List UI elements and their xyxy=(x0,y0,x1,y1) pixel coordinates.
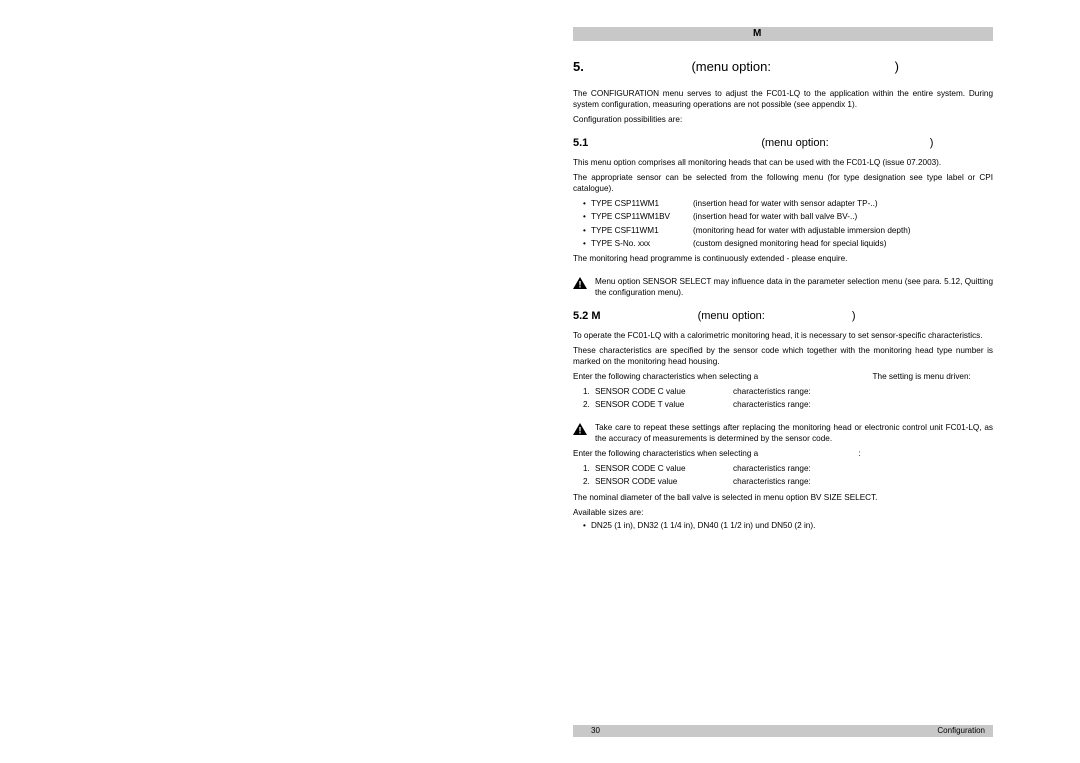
heading-5: 5. Configuration (menu option: CONFIGURA… xyxy=(573,59,993,74)
warning-block: ! Menu option SENSOR SELECT may influenc… xyxy=(573,276,993,298)
document-page: M 5. Configuration (menu option: CONFIGU… xyxy=(573,27,993,737)
paragraph: This menu option comprises all monitorin… xyxy=(573,157,993,168)
svg-text:!: ! xyxy=(579,279,582,289)
heading-5-2: 5.2 M onitoring head data (menu option: … xyxy=(573,310,993,322)
warning-icon: ! xyxy=(573,277,587,299)
paragraph: These characteristics are specified by t… xyxy=(573,345,993,367)
chapter-bar: M xyxy=(573,27,993,41)
list-item: 2. SENSOR CODE value characteristics ran… xyxy=(583,476,993,487)
footer-section: Configuration xyxy=(937,725,985,737)
page-footer: 30 Configuration xyxy=(573,725,993,737)
code-list-a: 1. SENSOR CODE C value characteristics r… xyxy=(573,386,993,410)
section-5-2: To operate the FC01-LQ with a calorimetr… xyxy=(573,330,993,410)
chapter-bar-label: M xyxy=(753,27,763,41)
paragraph: The monitoring head programme is continu… xyxy=(573,253,993,264)
list-item: • TYPE CSP11WM1 (insertion head for wate… xyxy=(583,198,993,209)
section-5-1: This menu option comprises all monitorin… xyxy=(573,157,993,264)
warning-text: Take care to repeat these settings after… xyxy=(595,422,993,444)
list-item: • DN25 (1 in), DN32 (1 1/4 in), DN40 (1 … xyxy=(583,520,993,531)
type-list: • TYPE CSP11WM1 (insertion head for wate… xyxy=(573,198,993,248)
warning-icon: ! xyxy=(573,423,587,445)
paragraph: The nominal diameter of the ball valve i… xyxy=(573,492,993,503)
svg-text:!: ! xyxy=(579,426,582,436)
intro-block: The CONFIGURATION menu serves to adjust … xyxy=(573,88,993,125)
list-item: • TYPE CSP11WM1BV (insertion head for wa… xyxy=(583,211,993,222)
list-item: • TYPE S-No. xxx (custom designed monito… xyxy=(583,238,993,249)
warning-text: Menu option SENSOR SELECT may influence … xyxy=(595,276,993,298)
paragraph: To operate the FC01-LQ with a calorimetr… xyxy=(573,330,993,341)
paragraph: Enter the following characteristics when… xyxy=(573,371,993,382)
section-5-2b: Enter the following characteristics when… xyxy=(573,448,993,530)
page-number: 30 xyxy=(591,725,600,737)
code-list-b: 1. SENSOR CODE C value characteristics r… xyxy=(573,463,993,487)
warning-block: ! Take care to repeat these settings aft… xyxy=(573,422,993,444)
paragraph: Configuration possibilities are: xyxy=(573,114,993,125)
paragraph: Available sizes are: xyxy=(573,507,993,518)
list-item: • TYPE CSF11WM1 (monitoring head for wat… xyxy=(583,225,993,236)
paragraph: Enter the following characteristics when… xyxy=(573,448,993,459)
list-item: 1. SENSOR CODE C value characteristics r… xyxy=(583,463,993,474)
paragraph: The CONFIGURATION menu serves to adjust … xyxy=(573,88,993,110)
list-item: 2. SENSOR CODE T value characteristics r… xyxy=(583,399,993,410)
paragraph: The appropriate sensor can be selected f… xyxy=(573,172,993,194)
heading-5-1: 5.1 Sensor selection (menu option: SENSO… xyxy=(573,137,993,149)
list-item: 1. SENSOR CODE C value characteristics r… xyxy=(583,386,993,397)
